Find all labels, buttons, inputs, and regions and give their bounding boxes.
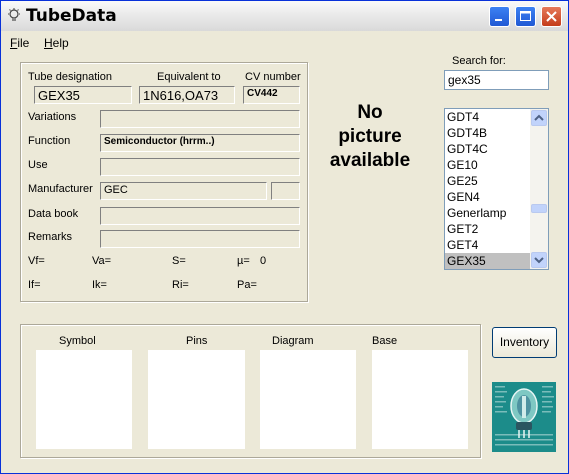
minimize-button[interactable] [489, 6, 510, 27]
minimize-icon [495, 19, 502, 21]
main-window: TubeData File Help Tube designation Equi… [0, 0, 569, 474]
use-label: Use [28, 159, 48, 171]
equivalent-field[interactable]: 1N616,OA73 [139, 86, 235, 104]
menu-help[interactable]: Help [44, 36, 69, 50]
use-field[interactable] [100, 158, 300, 176]
close-button[interactable] [541, 6, 562, 27]
base-panel [372, 350, 468, 449]
diagram-label: Diagram [272, 335, 314, 347]
menu-help-label: elp [52, 36, 69, 50]
function-label: Function [28, 135, 71, 147]
cv-field[interactable]: CV442 [243, 86, 300, 104]
chevron-up-icon [534, 114, 544, 121]
search-label: Search for: [452, 55, 506, 67]
no-picture-line3: available [329, 150, 411, 171]
remarks-field[interactable] [100, 230, 300, 248]
equivalent-label: Equivalent to [157, 71, 221, 83]
databook-field[interactable] [100, 207, 300, 225]
list-item[interactable]: GET2 [445, 221, 530, 237]
designation-field[interactable]: GEX35 [34, 86, 132, 104]
databook-label: Data book [28, 208, 79, 220]
no-picture-line2: picture [338, 126, 402, 147]
inventory-button[interactable]: Inventory [492, 327, 557, 358]
designation-label: Tube designation [28, 71, 112, 83]
manufacturer-label: Manufacturer [28, 183, 93, 195]
list-item[interactable]: GE25 [445, 173, 530, 189]
search-input[interactable]: gex35 [444, 70, 549, 90]
close-icon [546, 11, 557, 22]
param-mu: µ= [237, 255, 250, 267]
list-scrollbar[interactable] [530, 109, 548, 269]
list-item[interactable]: GE10 [445, 157, 530, 173]
no-picture-message: No picture available [311, 101, 429, 173]
list-item[interactable]: GET4 [445, 237, 530, 253]
window-title: TubeData [26, 6, 117, 26]
menu-help-accel: H [44, 36, 53, 50]
maximize-icon [520, 11, 531, 21]
maximize-button[interactable] [515, 6, 536, 27]
tube-logo[interactable] [492, 382, 556, 452]
list-item[interactable]: GDT4 [445, 109, 530, 125]
list-item[interactable]: GEN4 [445, 189, 530, 205]
chevron-down-icon [534, 257, 544, 264]
param-va: Va= [92, 255, 112, 267]
tube-listbox[interactable]: GDT4 GDT4B GDT4C GE10 GE25 GEN4 Generlam… [444, 108, 549, 270]
menu-file[interactable]: File [10, 36, 29, 50]
cv-label: CV number [245, 71, 301, 83]
symbol-label: Symbol [59, 335, 96, 347]
list-item[interactable]: Generlamp [445, 205, 530, 221]
base-label: Base [372, 335, 398, 347]
param-pa: Pa= [237, 279, 257, 291]
scroll-down-button[interactable] [531, 252, 547, 268]
param-ik: Ik= [92, 279, 107, 291]
list-item[interactable]: GDT4C [445, 141, 530, 157]
manufacturer-code-field[interactable] [271, 182, 300, 200]
list-item[interactable]: GDT4B [445, 125, 530, 141]
variations-field[interactable] [100, 110, 300, 128]
list-item-selected[interactable]: GEX35 [445, 253, 530, 269]
variations-label: Variations [28, 111, 77, 123]
title-bar[interactable]: TubeData [1, 1, 568, 31]
no-picture-line1: No [357, 102, 383, 123]
function-field[interactable]: Semiconductor (hrrm..) [100, 134, 300, 152]
vacuum-tube-logo-icon [492, 382, 556, 452]
param-mu-value: 0 [260, 255, 267, 267]
manufacturer-field[interactable]: GEC [100, 182, 267, 200]
param-s: S= [172, 255, 186, 267]
symbol-panel [36, 350, 132, 449]
param-if: If= [28, 279, 41, 291]
pins-label: Pins [186, 335, 208, 347]
scroll-up-button[interactable] [531, 110, 547, 126]
remarks-label: Remarks [28, 231, 73, 243]
param-vf: Vf= [28, 255, 45, 267]
lightbulb-icon [8, 8, 20, 21]
scroll-thumb[interactable] [531, 204, 547, 213]
pins-panel [148, 350, 245, 449]
param-ri: Ri= [172, 279, 189, 291]
menu-file-label: ile [17, 36, 30, 50]
diagram-panel [260, 350, 356, 449]
tube-list: GDT4 GDT4B GDT4C GE10 GE25 GEN4 Generlam… [445, 109, 530, 269]
menu-bar: File Help [1, 32, 568, 52]
